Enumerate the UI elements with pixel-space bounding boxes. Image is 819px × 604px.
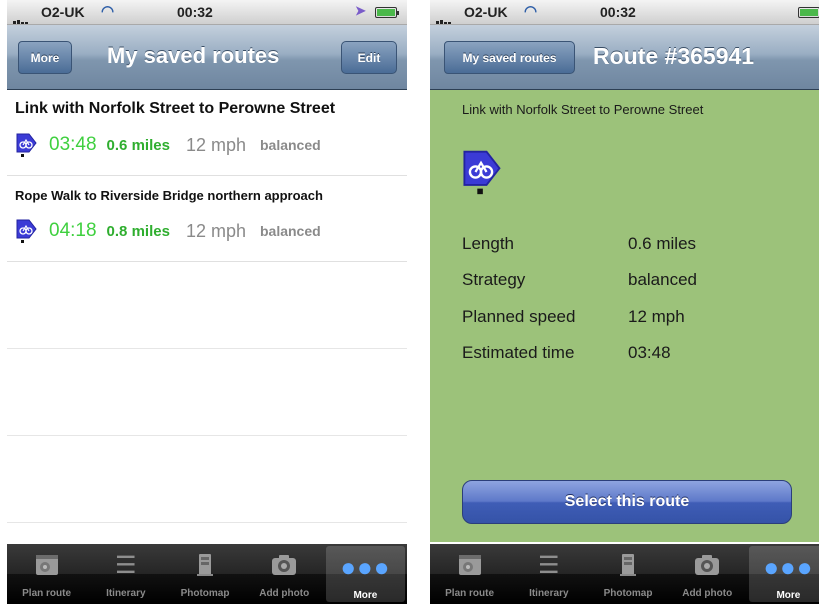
length-value: 0.6 miles	[628, 234, 697, 253]
route-list-item[interactable]: Rope Walk to Riverside Bridge northern a…	[7, 176, 407, 262]
tab-label: More	[776, 590, 801, 601]
map-icon	[34, 550, 60, 580]
location-arrow-icon: ➤	[355, 3, 366, 18]
tab-add-photo[interactable]: Add photo	[245, 544, 324, 604]
planned-speed-value: 12 mph	[628, 307, 685, 326]
edit-button-label: Edit	[357, 50, 381, 65]
tab-label: Add photo	[259, 588, 310, 599]
page-title: My saved routes	[107, 43, 280, 68]
navigation-bar: My saved routes Route #365941	[430, 25, 819, 90]
route-strategy: balanced	[259, 137, 321, 153]
back-button[interactable]: My saved routes	[444, 41, 575, 74]
signal-strength-icon	[436, 8, 452, 24]
photomap-icon	[194, 550, 216, 580]
map-icon	[457, 550, 483, 580]
tab-label: More	[353, 590, 378, 601]
tab-photomap[interactable]: Photomap	[165, 544, 244, 604]
tab-itinerary[interactable]: ☰ Itinerary	[86, 544, 165, 604]
tab-label: Itinerary	[106, 588, 146, 599]
route-time: 03:48	[49, 134, 97, 155]
list-icon: ☰	[115, 551, 137, 579]
status-time: 00:32	[600, 4, 636, 20]
select-route-button[interactable]: Select this route	[462, 480, 792, 524]
carrier-name: O2-UK	[41, 4, 85, 20]
estimated-time-label: Estimated time	[462, 343, 575, 362]
route-time: 04:18	[49, 220, 97, 241]
photomap-icon	[617, 550, 639, 580]
empty-list-row	[7, 349, 407, 436]
route-list-item[interactable]: Link with Norfolk Street to Perowne Stre…	[7, 90, 407, 176]
length-label: Length	[462, 234, 514, 253]
saved-routes-screen: O2-UK ◠ 00:32 ➤ More My saved routes Edi…	[7, 0, 407, 604]
route-detail-screen: O2-UK ◠ 00:32 My saved routes Route #365…	[430, 0, 819, 604]
route-strategy: balanced	[259, 223, 321, 239]
status-time: 00:32	[177, 4, 213, 20]
more-icon: ●●●	[763, 551, 814, 582]
saved-routes-list: Link with Norfolk Street to Perowne Stre…	[7, 90, 407, 523]
planned-speed-label: Planned speed	[462, 307, 576, 326]
status-bar: O2-UK ◠ 00:32	[430, 0, 819, 25]
cycle-route-icon	[15, 218, 37, 244]
more-icon: ●●●	[340, 551, 391, 582]
route-name: Link with Norfolk Street to Perowne Stre…	[15, 100, 336, 117]
page-title: Route #365941	[593, 43, 755, 69]
route-distance: 0.6 miles	[106, 136, 170, 154]
route-name: Link with Norfolk Street to Perowne Stre…	[462, 102, 704, 117]
estimated-time-value: 03:48	[628, 343, 671, 362]
route-name: Rope Walk to Riverside Bridge northern a…	[15, 188, 323, 203]
tab-more[interactable]: ●●● More	[748, 546, 819, 602]
wifi-icon: ◠	[101, 3, 115, 20]
back-button[interactable]: More	[18, 41, 72, 74]
tab-itinerary[interactable]: ☰ Itinerary	[509, 544, 588, 604]
camera-icon	[270, 550, 298, 580]
back-button-label: My saved routes	[462, 50, 557, 65]
tab-label: Photomap	[180, 588, 230, 599]
tab-add-photo[interactable]: Add photo	[668, 544, 747, 604]
tab-label: Plan route	[445, 588, 495, 599]
route-stats: 04:18 0.8 miles 12 mph balanced	[15, 218, 321, 244]
tab-bar: Plan route ☰ Itinerary Photomap Add phot…	[7, 544, 407, 604]
tab-label: Add photo	[682, 588, 733, 599]
edit-button[interactable]: Edit	[341, 41, 397, 74]
route-distance: 0.8 miles	[106, 222, 170, 240]
empty-list-row	[7, 436, 407, 523]
route-detail-panel: Link with Norfolk Street to Perowne Stre…	[430, 90, 819, 542]
tab-label: Plan route	[22, 588, 72, 599]
tab-plan-route[interactable]: Plan route	[7, 544, 86, 604]
wifi-icon: ◠	[524, 3, 538, 20]
camera-icon	[693, 550, 721, 580]
tab-photomap[interactable]: Photomap	[588, 544, 667, 604]
cycle-route-icon	[15, 132, 37, 158]
tab-more[interactable]: ●●● More	[325, 546, 406, 602]
route-stats: 03:48 0.6 miles 12 mph balanced	[15, 132, 321, 158]
tab-plan-route[interactable]: Plan route	[430, 544, 509, 604]
battery-icon	[798, 7, 819, 18]
route-speed: 12 mph	[185, 134, 246, 155]
tab-label: Photomap	[603, 588, 653, 599]
navigation-bar: More My saved routes Edit	[7, 25, 407, 90]
strategy-value: balanced	[628, 270, 698, 289]
carrier-name: O2-UK	[464, 4, 508, 20]
signal-strength-icon	[13, 8, 29, 24]
tab-label: Itinerary	[529, 588, 569, 599]
tab-bar: Plan route ☰ Itinerary Photomap Add phot…	[430, 544, 819, 604]
battery-icon	[375, 7, 399, 18]
list-icon: ☰	[538, 551, 560, 579]
strategy-label: Strategy	[462, 270, 526, 289]
back-button-label: More	[30, 50, 60, 65]
status-bar: O2-UK ◠ 00:32 ➤	[7, 0, 407, 25]
cycle-route-icon	[460, 148, 502, 201]
empty-list-row	[7, 262, 407, 349]
route-speed: 12 mph	[185, 220, 246, 241]
